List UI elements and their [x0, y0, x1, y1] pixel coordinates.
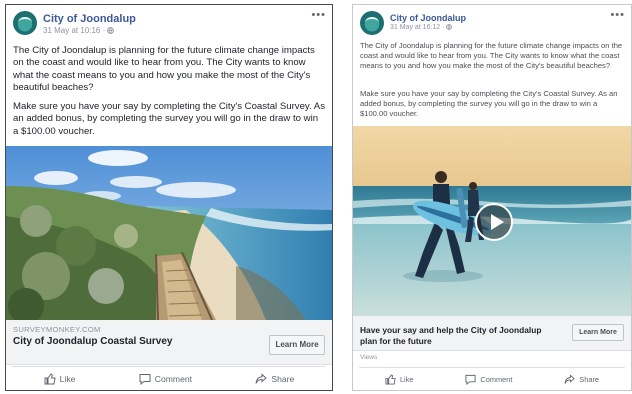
link-title[interactable]: City of Joondalup Coastal Survey: [13, 336, 172, 347]
like-label: Like: [399, 374, 414, 384]
link-title[interactable]: Have your say and help the City of Joond…: [360, 325, 560, 347]
share-button[interactable]: Share: [255, 373, 294, 385]
post-date[interactable]: 31 May at 16:12 ·: [390, 24, 453, 31]
post-text-paragraph-1: The City of Joondalup is planning for th…: [13, 45, 315, 94]
view-count: Views: [360, 354, 378, 361]
page-avatar[interactable]: [360, 11, 384, 35]
play-icon[interactable]: [475, 203, 513, 241]
comment-icon: [465, 374, 476, 385]
post-date-text: 31 May at 10:16 ·: [43, 26, 108, 35]
more-options-icon[interactable]: •••: [610, 9, 625, 21]
thumbs-up-icon: [385, 373, 396, 385]
like-button[interactable]: Like: [385, 373, 414, 385]
share-button[interactable]: Share: [564, 373, 600, 385]
surfers-video[interactable]: [353, 126, 631, 316]
learn-more-button[interactable]: Learn More: [269, 335, 325, 355]
like-button[interactable]: Like: [44, 373, 76, 385]
post-date-text: 31 May at 16:12 ·: [390, 24, 447, 31]
beach-boardwalk-photo[interactable]: [6, 146, 332, 320]
post-date[interactable]: 31 May at 10:16 ·: [43, 26, 115, 35]
link-domain: SURVEYMONKEY.COM: [13, 325, 101, 334]
facebook-post-video: City of Joondalup 31 May at 16:12 · ••• …: [352, 4, 632, 391]
learn-more-button[interactable]: Learn More: [572, 324, 624, 341]
comment-icon: [139, 374, 151, 385]
share-icon: [255, 373, 268, 384]
page-name[interactable]: City of Joondalup: [43, 13, 136, 25]
globe-icon: [107, 27, 115, 34]
page-name[interactable]: City of Joondalup: [390, 13, 466, 23]
facebook-post-coastal-survey: City of Joondalup 31 May at 10:16 · ••• …: [5, 4, 333, 391]
post-header: City of Joondalup 31 May at 16:12 · •••: [360, 9, 625, 39]
comment-label: Comment: [154, 374, 193, 384]
post-text-paragraph-1: The City of Joondalup is planning for th…: [360, 41, 623, 71]
post-text-paragraph-2: Make sure you have your say by completin…: [360, 89, 618, 119]
share-icon: [564, 373, 576, 384]
comment-label: Comment: [480, 374, 513, 384]
post-text-paragraph-2: Make sure you have your say by completin…: [13, 101, 325, 137]
beach-boardwalk-illustration: [6, 146, 332, 320]
share-label: Share: [271, 374, 295, 384]
like-label: Like: [59, 374, 76, 384]
link-preview[interactable]: SURVEYMONKEY.COM City of Joondalup Coast…: [6, 320, 332, 365]
link-preview[interactable]: Have your say and help the City of Joond…: [353, 316, 631, 351]
globe-icon: [446, 24, 453, 30]
comment-button[interactable]: Comment: [465, 374, 512, 385]
post-actions-bar: Like Comment Share: [359, 367, 625, 390]
post-actions-bar: Like Comment Share: [12, 366, 326, 390]
more-options-icon[interactable]: •••: [311, 9, 326, 21]
share-label: Share: [579, 374, 600, 384]
thumbs-up-icon: [44, 373, 56, 385]
post-header: City of Joondalup 31 May at 10:16 · •••: [13, 9, 326, 39]
page-avatar[interactable]: [13, 11, 37, 35]
comment-button[interactable]: Comment: [139, 373, 192, 385]
